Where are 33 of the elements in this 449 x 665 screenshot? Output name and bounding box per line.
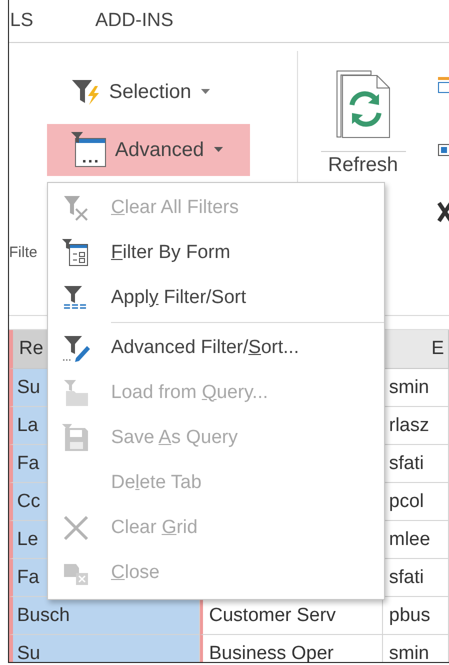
floppy-disk-icon xyxy=(62,424,90,452)
column-header[interactable]: E xyxy=(383,330,449,369)
funnel-form-icon xyxy=(62,238,90,266)
ribbon-tab[interactable]: ADD-INS xyxy=(95,10,174,32)
funnel-folder-icon xyxy=(62,378,90,406)
funnel-x-icon xyxy=(63,194,89,220)
filter-window-icon xyxy=(71,132,107,168)
window-icon[interactable] xyxy=(437,76,449,94)
menu-item[interactable]: Advanced Filter/Sort... xyxy=(48,325,384,370)
funnel-lightning-icon xyxy=(71,78,101,106)
table-cell: smin xyxy=(383,369,449,407)
selection-button[interactable]: Selection xyxy=(71,76,210,108)
caret-icon xyxy=(214,147,223,153)
caret-icon xyxy=(201,89,210,95)
table-cell: Su xyxy=(9,635,200,662)
table-cell: pbus xyxy=(383,597,449,635)
ribbon-tab[interactable]: LS xyxy=(10,10,34,32)
menu-item[interactable]: Apply Filter/Sort xyxy=(48,275,384,320)
x-icon xyxy=(63,514,89,540)
group-label: Filte xyxy=(9,244,38,261)
table-cell: sfati xyxy=(383,559,449,597)
table-cell: mlee xyxy=(383,521,449,559)
advanced-button[interactable]: Advanced xyxy=(47,124,250,176)
table-cell: Busch xyxy=(9,597,200,635)
close-icon[interactable] xyxy=(437,201,449,223)
table-cell: pcol xyxy=(383,483,449,521)
table-cell: sfati xyxy=(383,445,449,483)
funnel-pencil-icon xyxy=(62,334,90,362)
table-cell: Customer Serv xyxy=(200,597,383,635)
table-cell: rlasz xyxy=(383,407,449,445)
funnel-lines-icon xyxy=(63,284,89,310)
window-icon[interactable] xyxy=(437,143,449,157)
menu-item[interactable]: Filter By Form xyxy=(48,230,384,275)
